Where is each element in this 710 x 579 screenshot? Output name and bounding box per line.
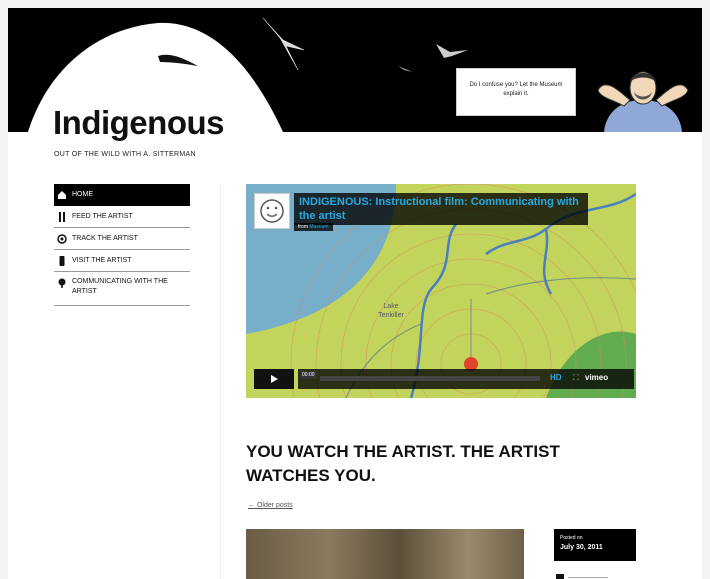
progress-bar[interactable]: 00:00 HD ⛶ vimeo [298, 369, 634, 389]
byline-prefix: from [298, 224, 308, 230]
nav-item-track[interactable]: TRACK THE ARTIST [54, 228, 190, 250]
meta-divider [568, 577, 608, 578]
nav-item-label: VISIT THE ARTIST [72, 256, 132, 264]
video-player[interactable]: INDIGENOUS: Instructional film: Communic… [246, 184, 636, 398]
target-icon [56, 233, 68, 245]
speech-bubble: Do I confuse you? Let the Museum explain… [456, 68, 576, 116]
video-title[interactable]: INDIGENOUS: Instructional film: Communic… [294, 193, 588, 225]
video-byline: from Museum [294, 223, 333, 231]
site-title[interactable]: Indigenous [53, 106, 225, 139]
fork-knife-icon [56, 211, 68, 223]
nav-item-feed[interactable]: FEED THE ARTIST [54, 206, 190, 228]
play-button[interactable] [254, 369, 294, 389]
play-icon [271, 375, 278, 383]
post-title[interactable]: YOU WATCH THE ARTIST. THE ARTIST WATCHES… [246, 440, 626, 488]
map-place-label: Lake Tenkiller [378, 303, 404, 319]
post-meta: Posted on July 30, 2011 [554, 529, 636, 561]
page-frame: Do I confuse you? Let the Museum explain… [8, 8, 702, 579]
channel-avatar[interactable] [254, 193, 290, 229]
byline-name[interactable]: Museum [309, 224, 328, 230]
older-posts-link[interactable]: ← Older posts [248, 502, 293, 509]
column-divider [220, 184, 221, 579]
nav-item-label: FEED THE ARTIST [72, 212, 133, 220]
phone-icon [56, 255, 68, 267]
video-controls: 00:00 HD ⛶ vimeo [254, 369, 634, 389]
nav-item-label: COMMUNICATING WITH THE ARTIST [72, 278, 168, 295]
vimeo-logo[interactable]: vimeo [585, 373, 608, 382]
nav-item-label: HOME [72, 191, 93, 198]
nav-item-visit[interactable]: VISIT THE ARTIST [54, 250, 190, 272]
nav-item-communicating[interactable]: COMMUNICATING WITH THE ARTIST [54, 272, 190, 306]
post-image [246, 529, 524, 579]
post-date[interactable]: July 30, 2011 [560, 543, 630, 552]
nav-item-label: TRACK THE ARTIST [72, 234, 138, 242]
main-nav: HOME FEED THE ARTIST TRACK THE ARTIST VI… [54, 184, 190, 306]
author-icon [556, 574, 564, 579]
site-tagline: OUT OF THE WILD WITH A. SITTERMAN [54, 151, 196, 158]
hd-toggle[interactable]: HD [550, 373, 562, 382]
smiley-icon [260, 199, 284, 223]
pin-icon [56, 277, 68, 289]
video-time: 00:00 [300, 371, 317, 379]
man-illustration [597, 71, 689, 132]
nav-item-home[interactable]: HOME [54, 184, 190, 206]
home-icon [56, 189, 68, 201]
fullscreen-icon[interactable]: ⛶ [573, 373, 579, 383]
progress-track[interactable] [320, 376, 540, 381]
meta-label: Posted on [560, 535, 583, 541]
